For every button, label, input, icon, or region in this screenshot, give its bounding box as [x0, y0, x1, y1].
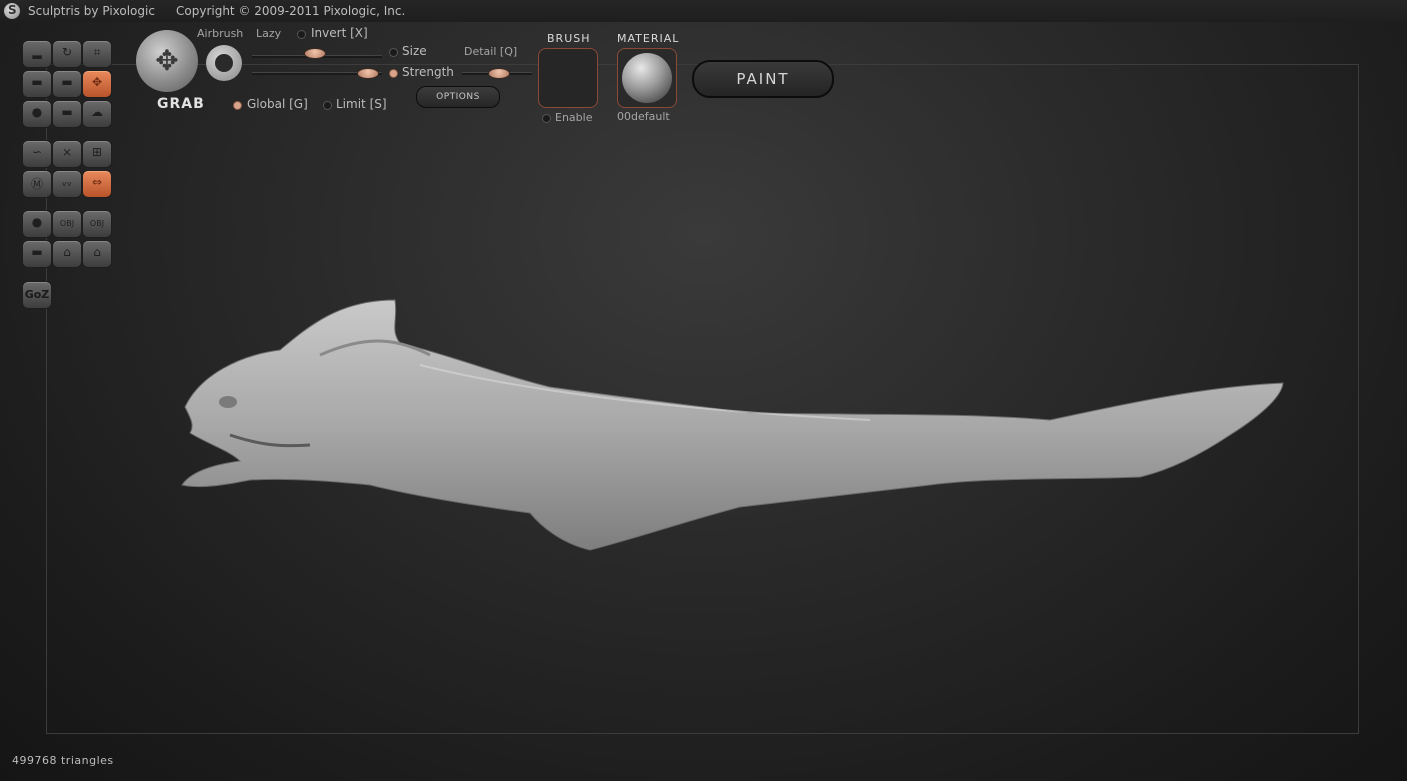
rotate-tool-button[interactable]: ↻ [52, 40, 82, 68]
title-bar: Sculptris by Pixologic Copyright © 2009-… [0, 0, 1407, 22]
inflate-tool-icon: ▬ [61, 75, 73, 89]
crease-tool-button[interactable]: ▬ [52, 100, 82, 128]
save-file-icon: ⌂ [93, 245, 101, 259]
draw-tool-button[interactable]: ▬ [22, 70, 52, 98]
options-button[interactable]: OPTIONS [416, 86, 500, 108]
reduce-selected-icon: ⨯ [61, 145, 73, 159]
brush-enable-radio[interactable] [542, 114, 551, 123]
current-tool-name: GRAB [157, 96, 205, 112]
export-obj-icon: OBJ [89, 219, 105, 228]
crop-tool-button[interactable]: ⌗ [82, 40, 112, 68]
crease-tool-icon: ▬ [61, 105, 73, 119]
reduce-selected-button[interactable]: ⨯ [52, 140, 82, 168]
brush-panel-title: BRUSH [547, 32, 591, 45]
smooth-tool-button[interactable]: ☁ [82, 100, 112, 128]
detail-slider-knob[interactable] [488, 68, 510, 79]
grab-tool-icon: ✥ [91, 75, 103, 89]
paint-button[interactable]: PAINT [692, 60, 834, 98]
grab-brush-icon[interactable]: ✥ [136, 30, 198, 92]
flatten-tool-button[interactable]: ▂ [22, 40, 52, 68]
strength-label: Strength [402, 65, 454, 79]
inflate-tool-button[interactable]: ▬ [52, 70, 82, 98]
limit-radio[interactable] [323, 101, 332, 110]
reduce-brush-button[interactable]: ∽ [22, 140, 52, 168]
mask-button[interactable]: Ⓜ [22, 170, 52, 198]
flatten-tool-icon: ▂ [32, 45, 42, 59]
symmetry-icon: ⇔ [91, 175, 103, 189]
import-obj-button[interactable]: OBJ [52, 210, 82, 238]
export-obj-button[interactable]: OBJ [82, 210, 112, 238]
rotate-tool-icon: ↻ [61, 45, 73, 59]
wireframe-icon: ᵥᵥ [61, 175, 72, 189]
lazy-toggle[interactable]: Lazy [256, 27, 281, 40]
new-plane-button[interactable]: ▬ [22, 240, 52, 268]
draw-tool-icon: ▬ [31, 75, 43, 89]
mask-icon: Ⓜ [30, 177, 43, 191]
material-panel-title: MATERIAL [617, 32, 680, 45]
invert-label: Invert [X] [311, 26, 368, 40]
import-obj-icon: OBJ [59, 219, 75, 228]
global-label: Global [G] [247, 97, 308, 111]
size-slider-knob[interactable] [357, 68, 379, 79]
lazy-slider-knob[interactable] [304, 48, 326, 59]
goz-button[interactable]: GoZ [22, 281, 52, 309]
airbrush-toggle[interactable]: Airbrush [197, 27, 243, 40]
triangle-count: 499768 triangles [12, 754, 114, 767]
save-file-button[interactable]: ⌂ [82, 240, 112, 268]
pinch-tool-button[interactable]: ● [22, 100, 52, 128]
material-slot[interactable] [617, 48, 677, 108]
reduce-brush-icon: ∽ [31, 145, 43, 159]
app-title: Sculptris by Pixologic [28, 4, 155, 18]
smooth-tool-icon: ☁ [91, 105, 103, 119]
sculpt-model-fish[interactable] [170, 295, 1290, 560]
new-plane-icon: ▬ [31, 245, 43, 259]
symmetry-button[interactable]: ⇔ [82, 170, 112, 198]
copyright-text: Copyright © 2009-2011 Pixologic, Inc. [176, 4, 406, 18]
limit-label: Limit [S] [336, 97, 387, 111]
sculptris-logo-icon [4, 3, 20, 19]
pinch-tool-icon: ● [31, 105, 43, 119]
brush-falloff-icon[interactable] [206, 45, 242, 81]
new-sphere-button[interactable]: ● [22, 210, 52, 238]
crop-tool-icon: ⌗ [93, 45, 101, 59]
material-sphere-icon [622, 53, 672, 103]
subdivide-button[interactable]: ⊞ [82, 140, 112, 168]
size-label: Size [402, 44, 427, 58]
invert-radio[interactable] [297, 30, 306, 39]
brush-texture-slot[interactable] [538, 48, 598, 108]
subdivide-icon: ⊞ [91, 145, 103, 159]
grab-tool-button[interactable]: ✥ [82, 70, 112, 98]
open-file-button[interactable]: ⌂ [52, 240, 82, 268]
open-file-icon: ⌂ [63, 245, 71, 259]
new-sphere-icon: ● [31, 215, 43, 229]
goz-label: GoZ [24, 288, 50, 301]
detail-label: Detail [Q] [464, 45, 518, 58]
strength-radio[interactable] [389, 69, 398, 78]
wireframe-button[interactable]: ᵥᵥ [52, 170, 82, 198]
size-radio[interactable] [389, 48, 398, 57]
global-radio[interactable] [233, 101, 242, 110]
material-name: 00default [617, 110, 670, 123]
brush-enable-label: Enable [555, 111, 593, 124]
